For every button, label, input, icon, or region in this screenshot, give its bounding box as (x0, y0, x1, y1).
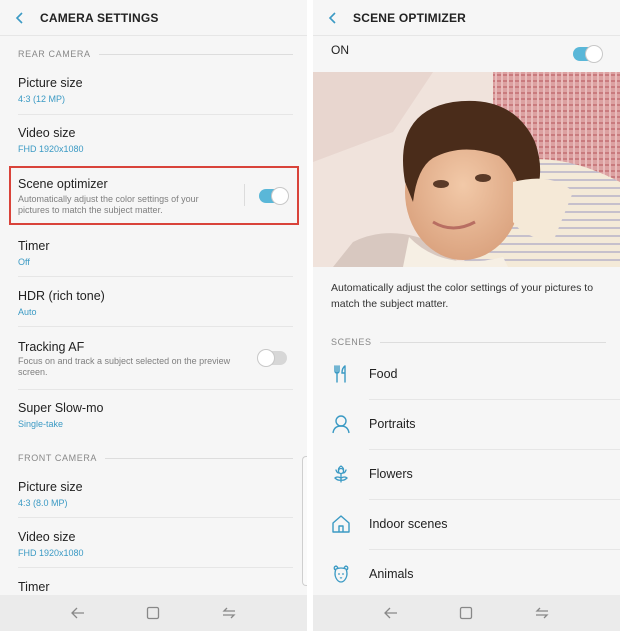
navigation-bar (0, 595, 307, 631)
toggle-knob (258, 350, 274, 366)
page-title: CAMERA SETTINGS (40, 10, 159, 25)
chevron-left-icon (328, 11, 336, 24)
master-switch-toggle[interactable] (573, 46, 602, 62)
sample-photo (313, 72, 620, 267)
setting-title: Video size (18, 126, 76, 140)
back-button[interactable] (0, 0, 40, 36)
setting-super-slow-mo[interactable]: Super Slow-mo Single-take (0, 390, 307, 440)
setting-value: FHD 1920x1080 (18, 548, 84, 558)
section-front-camera: FRONT CAMERA (18, 450, 293, 466)
back-nav-button[interactable] (70, 605, 86, 621)
camera-settings-screen: CAMERA SETTINGS REAR CAMERA Picture size… (0, 0, 307, 631)
home-nav-button[interactable] (458, 605, 474, 621)
setting-title: Super Slow-mo (18, 401, 104, 415)
setting-value: 4:3 (12 MP) (18, 94, 66, 104)
recents-nav-button[interactable] (534, 605, 550, 621)
setting-title: Video size (18, 530, 76, 544)
scene-label: Indoor scenes (369, 517, 448, 531)
home-square-icon (460, 606, 473, 620)
person-icon (332, 415, 350, 434)
section-rear-camera: REAR CAMERA (18, 46, 293, 62)
scene-optimizer-screen: SCENE OPTIMIZER ON Automatically adjust … (313, 0, 620, 631)
recents-icon (535, 607, 549, 619)
highlight-box (9, 166, 299, 225)
header: CAMERA SETTINGS (0, 0, 307, 36)
scene-item-flowers[interactable]: Flowers (313, 450, 620, 500)
recents-nav-button[interactable] (221, 605, 237, 621)
section-label: REAR CAMERA (18, 49, 91, 59)
divider (98, 53, 293, 55)
setting-title: Tracking AF (18, 340, 85, 354)
setting-value: 4:3 (8.0 MP) (18, 498, 68, 508)
back-arrow-icon (383, 607, 397, 619)
home-nav-button[interactable] (145, 605, 161, 621)
setting-description: Focus on and track a subject selected on… (18, 356, 231, 377)
fork-knife-icon (334, 365, 346, 383)
setting-value: FHD 1920x1080 (18, 144, 84, 154)
recents-icon (222, 607, 236, 619)
section-label: FRONT CAMERA (18, 453, 98, 463)
back-nav-button[interactable] (383, 605, 399, 621)
home-square-icon (147, 606, 160, 620)
house-icon (332, 515, 350, 533)
description-text: Automatically adjust the color settings … (331, 282, 594, 310)
scene-label: Animals (369, 567, 414, 581)
setting-picture-size[interactable]: Picture size 4:3 (12 MP) (0, 66, 307, 115)
flower-icon (334, 465, 348, 483)
setting-title: HDR (rich tone) (18, 289, 105, 303)
setting-title: Timer (18, 580, 50, 594)
page-title: SCENE OPTIMIZER (353, 10, 467, 25)
setting-video-size[interactable]: Video size FHD 1920x1080 (0, 115, 307, 165)
divider (379, 341, 606, 343)
setting-timer[interactable]: Timer Off (0, 227, 307, 277)
tracking-af-toggle[interactable] (258, 350, 287, 366)
scene-item-food[interactable]: Food (313, 350, 620, 400)
scrollbar[interactable] (302, 456, 307, 586)
master-switch-label: ON (331, 43, 349, 57)
setting-value: Off (18, 257, 30, 267)
back-arrow-icon (70, 607, 84, 619)
scene-item-portraits[interactable]: Portraits (313, 400, 620, 450)
navigation-bar (313, 595, 620, 631)
setting-title: Timer (18, 239, 50, 253)
setting-hdr[interactable]: HDR (rich tone) Auto (0, 277, 307, 327)
setting-value: Auto (18, 307, 37, 317)
scene-label: Food (369, 367, 398, 381)
setting-title: Picture size (18, 76, 83, 90)
scene-label: Portraits (369, 417, 416, 431)
section-scenes: SCENES (331, 334, 606, 350)
scene-label: Flowers (369, 467, 413, 481)
scene-item-indoor[interactable]: Indoor scenes (313, 500, 620, 550)
setting-value: Single-take (18, 419, 64, 429)
setting-title: Picture size (18, 480, 83, 494)
setting-front-video-size[interactable]: Video size FHD 1920x1080 (0, 518, 307, 568)
divider (105, 457, 293, 459)
header: SCENE OPTIMIZER (313, 0, 620, 36)
setting-front-picture-size[interactable]: Picture size 4:3 (8.0 MP) (0, 468, 307, 518)
scene-item-animals[interactable]: Animals (313, 550, 620, 600)
chevron-left-icon (15, 11, 23, 24)
back-button[interactable] (313, 0, 353, 36)
setting-front-timer[interactable]: Timer (0, 568, 307, 598)
section-label: SCENES (331, 337, 372, 347)
toggle-knob (586, 46, 602, 62)
dog-icon (333, 565, 349, 583)
